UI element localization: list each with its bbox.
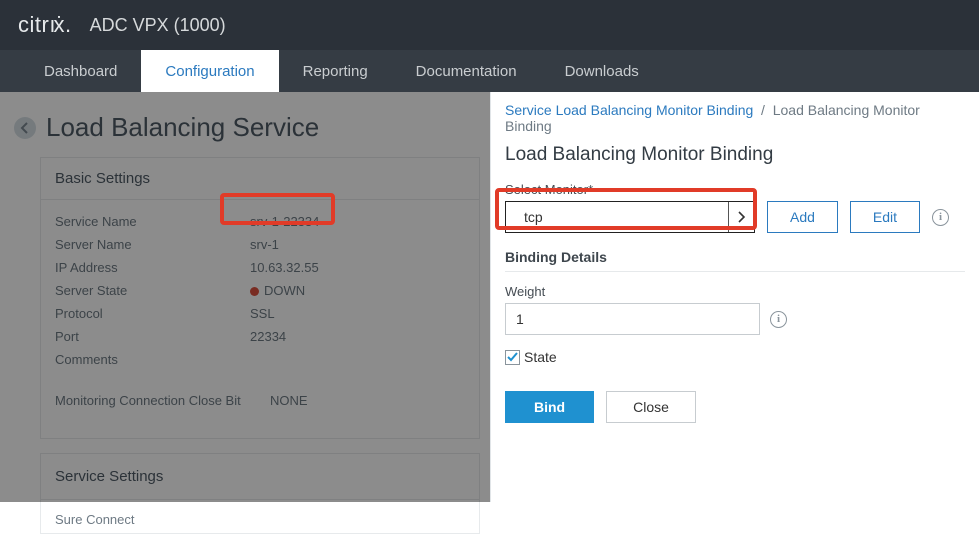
side-panel: Service Load Balancing Monitor Binding /… (490, 92, 979, 502)
row-comments: Comments (55, 352, 465, 367)
bind-button[interactable]: Bind (505, 391, 594, 423)
service-settings-card: Service Settings Sure Connect (40, 453, 480, 534)
row-sure-connect: Sure Connect (41, 500, 479, 533)
basic-settings-card: Basic Settings Service Namesrv-1-22334 S… (40, 157, 480, 439)
panel-title: Load Balancing Monitor Binding (505, 144, 965, 166)
navbar: Dashboard Configuration Reporting Docume… (0, 50, 979, 92)
weight-label: Weight (505, 284, 965, 299)
row-ip-address: IP Address10.63.32.55 (55, 260, 465, 275)
service-settings-heading: Service Settings (41, 454, 479, 500)
basic-settings-heading: Basic Settings (41, 158, 479, 200)
breadcrumb: Service Load Balancing Monitor Binding /… (505, 102, 965, 134)
status-down-icon (250, 287, 259, 296)
chevron-right-icon (728, 202, 754, 232)
row-service-name: Service Namesrv-1-22334 (55, 214, 465, 229)
select-monitor-value: tcp (524, 209, 543, 225)
weight-input[interactable] (505, 303, 760, 335)
binding-details-heading: Binding Details (505, 249, 965, 272)
product-name: ADC VPX (1000) (90, 15, 226, 36)
select-monitor-input[interactable]: tcp (505, 201, 755, 233)
close-button[interactable]: Close (606, 391, 696, 423)
row-protocol: ProtocolSSL (55, 306, 465, 321)
crumb-parent[interactable]: Service Load Balancing Monitor Binding (505, 102, 753, 118)
add-button[interactable]: Add (767, 201, 838, 233)
brand-logo: citrıẋ. (18, 12, 72, 38)
select-monitor-label: Select Monitor* (505, 182, 965, 197)
checkbox-checked-icon (505, 350, 520, 365)
nav-downloads[interactable]: Downloads (541, 50, 663, 92)
edit-button[interactable]: Edit (850, 201, 920, 233)
topbar: citrıẋ. ADC VPX (1000) (0, 0, 979, 50)
nav-configuration[interactable]: Configuration (141, 50, 278, 92)
row-server-state: Server StateDOWN (55, 283, 465, 298)
row-mon-close-bit: Monitoring Connection Close BitNONE (55, 393, 465, 408)
nav-dashboard[interactable]: Dashboard (20, 50, 141, 92)
nav-reporting[interactable]: Reporting (279, 50, 392, 92)
state-checkbox[interactable]: State (505, 349, 965, 365)
info-icon[interactable]: i (932, 209, 949, 226)
info-icon[interactable]: i (770, 311, 787, 328)
back-icon[interactable] (14, 117, 36, 139)
page-title: Load Balancing Service (46, 112, 319, 143)
nav-documentation[interactable]: Documentation (392, 50, 541, 92)
state-label: State (524, 349, 557, 365)
row-server-name: Server Namesrv-1 (55, 237, 465, 252)
row-port: Port22334 (55, 329, 465, 344)
